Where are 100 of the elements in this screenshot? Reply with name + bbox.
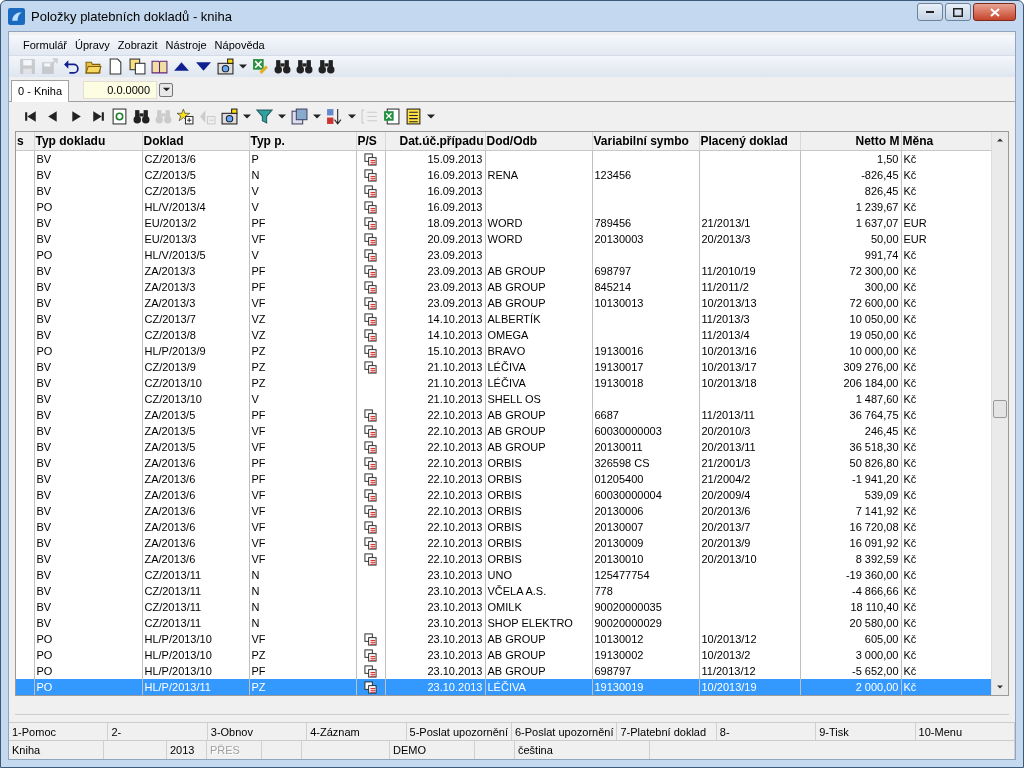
function-key[interactable]: 3-Obnov xyxy=(207,722,308,741)
menu-item[interactable]: Formulář xyxy=(19,36,71,53)
maximize-button[interactable] xyxy=(945,3,971,21)
table-cell: 19130019 xyxy=(594,681,644,694)
function-key[interactable]: 6-Poslat upozornění xyxy=(512,722,618,741)
table-cell: PO xyxy=(36,345,53,358)
table-cell: 22.10.2013 xyxy=(427,457,483,470)
column-header[interactable]: Netto M xyxy=(800,132,901,151)
table-cell: Kč xyxy=(903,265,917,278)
column-header[interactable]: s xyxy=(16,132,34,151)
table-cell: ZA/2013/6 xyxy=(144,553,196,566)
function-key[interactable]: 4-Záznam xyxy=(307,722,407,741)
spreadsheet-pen-icon[interactable] xyxy=(252,57,269,75)
column-header[interactable]: Typ p. xyxy=(249,132,356,151)
table-cell: V xyxy=(251,185,259,198)
table-cell: 206 184,00 xyxy=(843,377,899,390)
table-cell: ORBIS xyxy=(487,553,522,566)
refresh-icon[interactable] xyxy=(111,107,128,125)
table-cell: OMEGA xyxy=(487,329,529,342)
column-header[interactable]: Typ dokladu xyxy=(34,132,142,151)
document-icon xyxy=(364,488,377,502)
scroll-up-icon[interactable] xyxy=(996,137,1004,144)
table-cell: VZ xyxy=(251,329,266,342)
table-cell: 10/2013/13 xyxy=(701,297,757,310)
binoculars-icon[interactable] xyxy=(296,57,313,75)
menu-item[interactable]: Nástroje xyxy=(161,36,211,53)
columns-icon[interactable] xyxy=(291,107,308,125)
function-key[interactable]: 2- xyxy=(108,722,208,741)
spreadsheet-icon[interactable] xyxy=(383,107,400,125)
page-icon[interactable] xyxy=(107,57,124,75)
table-cell: BV xyxy=(36,169,52,182)
function-key[interactable]: 1-Pomoc xyxy=(9,722,109,741)
column-header[interactable]: Placený doklad xyxy=(699,132,800,151)
table-cell: BV xyxy=(36,473,52,486)
function-key[interactable]: 7-Platební doklad xyxy=(617,722,717,741)
binoculars-icon[interactable] xyxy=(274,57,291,75)
binoculars-icon[interactable] xyxy=(133,107,150,125)
function-key[interactable]: 10-Menu xyxy=(915,722,1015,741)
table-cell: ZA/2013/5 xyxy=(144,441,196,454)
table-cell: CZ/2013/11 xyxy=(144,569,202,582)
table-cell: Kč xyxy=(903,585,917,598)
function-key[interactable]: 9-Tisk xyxy=(816,722,916,741)
function-key[interactable]: 5-Poslat upozornění xyxy=(406,722,512,741)
scroll-thumb[interactable] xyxy=(993,400,1007,419)
camera-icon[interactable] xyxy=(221,107,238,125)
table-cell: 8 392,59 xyxy=(855,553,899,566)
table-cell: BV xyxy=(36,217,52,230)
document-icon xyxy=(364,648,377,662)
dropdown-button[interactable] xyxy=(159,82,174,97)
document-icon xyxy=(364,168,377,182)
scroll-down-icon[interactable] xyxy=(996,684,1004,691)
table-cell: CZ/2013/5 xyxy=(144,185,196,198)
table-cell: 19130002 xyxy=(594,649,644,662)
table-cell: 10/2013/17 xyxy=(701,361,757,374)
table-cell: PO xyxy=(36,201,53,214)
column-header[interactable]: Doklad xyxy=(142,132,249,151)
table-cell: 01205400 xyxy=(594,473,644,486)
table-cell: 11/2011/2 xyxy=(701,281,749,294)
scrollbar[interactable] xyxy=(991,132,1008,696)
table-cell: Kč xyxy=(903,281,917,294)
document-icon xyxy=(364,504,377,518)
table-cell: 20/2013/9 xyxy=(701,537,751,550)
table-cell: 20/2010/3 xyxy=(701,425,751,438)
minimize-button[interactable] xyxy=(917,3,943,21)
function-key[interactable]: 8- xyxy=(716,722,817,741)
document-icon xyxy=(364,184,377,198)
tab[interactable]: 0 - Kniha xyxy=(11,79,70,102)
column-header[interactable]: Dod/Odb xyxy=(485,132,592,151)
menu-item[interactable]: Úpravy xyxy=(71,36,114,53)
menu-item[interactable]: Zobrazit xyxy=(113,36,162,53)
table-cell: Kč xyxy=(903,345,917,358)
column-header[interactable]: Měna xyxy=(901,132,991,151)
table-cell: EU/2013/3 xyxy=(144,233,197,246)
table-cell: ZA/2013/3 xyxy=(144,297,196,310)
copy-icon[interactable] xyxy=(129,57,146,75)
document-icon xyxy=(364,264,377,278)
table-cell: ORBIS xyxy=(487,505,522,518)
filter-icon[interactable] xyxy=(256,107,273,125)
period-field[interactable]: 0.0.0000 xyxy=(83,80,158,99)
table-cell: Kč xyxy=(903,521,917,534)
column-header[interactable]: P/S xyxy=(356,132,385,151)
column-header[interactable]: Dat.úč.případu xyxy=(385,132,485,151)
table-cell: BV xyxy=(36,281,52,294)
menu-item[interactable]: Nápověda xyxy=(210,36,269,53)
document-icon xyxy=(364,664,377,678)
table-icon[interactable] xyxy=(405,107,422,125)
table-cell: AB GROUP xyxy=(487,665,546,678)
table-cell: 300,00 xyxy=(864,281,899,294)
column-header[interactable]: Variabilní symbo xyxy=(592,132,699,151)
binoculars-icon[interactable] xyxy=(318,57,335,75)
camera-icon[interactable] xyxy=(217,57,234,75)
table-cell: 20/2013/11 xyxy=(701,441,756,454)
table-cell: Kč xyxy=(903,505,917,518)
star-add-icon[interactable] xyxy=(177,107,194,125)
close-button[interactable] xyxy=(973,3,1016,21)
table-cell: 10/2013/19 xyxy=(701,681,757,694)
table-cell: 18 110,40 xyxy=(850,601,899,614)
sort-icon[interactable] xyxy=(326,107,343,125)
document-icon xyxy=(364,152,377,166)
table-cell: 20/2013/10 xyxy=(701,553,757,566)
